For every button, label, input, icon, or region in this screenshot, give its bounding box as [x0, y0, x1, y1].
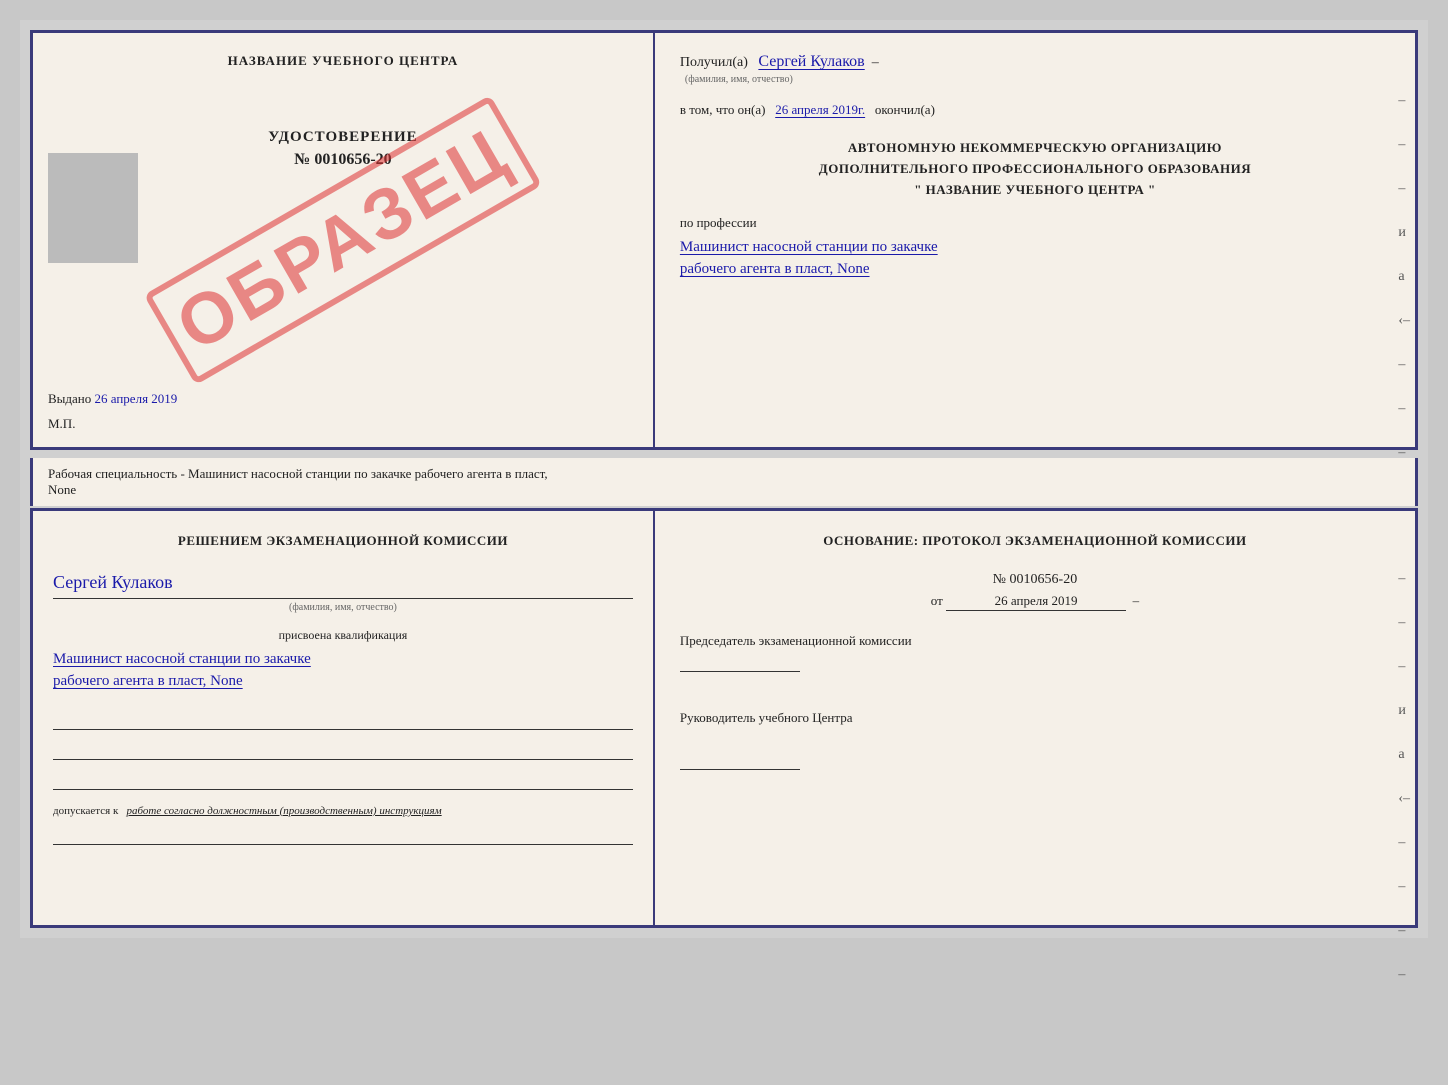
cert-bottom-right: – – – и а ‹– – – – – Основание: протокол… [655, 511, 1415, 925]
person-name: Сергей Кулаков [53, 572, 633, 593]
profession-label: по профессии [680, 215, 1390, 231]
dash3: – [1398, 181, 1410, 197]
bdash3: – [1398, 659, 1410, 675]
signature-lines [53, 710, 633, 790]
bdash1: – [1398, 571, 1410, 587]
bottom-certificate: Решением экзаменационной комиссии Сергей… [30, 508, 1418, 928]
bdash6: ‹– [1398, 791, 1410, 807]
separator-text: Рабочая специальность - Машинист насосно… [30, 458, 1418, 506]
dash4: и [1398, 225, 1410, 241]
top-certificate: НАЗВАНИЕ УЧЕБНОГО ЦЕНТРА УДОСТОВЕРЕНИЕ №… [30, 30, 1418, 450]
sep-text1: Рабочая специальность - Машинист насосно… [48, 466, 548, 481]
sig-line2 [53, 740, 633, 760]
rukov-sig-line [680, 750, 800, 770]
qual-line2: рабочего агента в пласт, None [53, 673, 633, 690]
dash7: – [1398, 357, 1410, 373]
protocol-date-label: от [931, 593, 943, 608]
photo-placeholder [48, 153, 138, 263]
date-end-label: окончил(а) [875, 102, 935, 117]
dash1: – [1398, 93, 1410, 109]
prof-line2: рабочего агента в пласт, None [680, 261, 1390, 278]
protocol-number-value: № 0010656-20 [993, 572, 1078, 587]
sig-line3 [53, 770, 633, 790]
qual-label: присвоена квалификация [53, 628, 633, 643]
issued-date: 26 апреля 2019 [95, 391, 178, 406]
bdash5: а [1398, 747, 1410, 763]
допускается-value: работе согласно должностным (производств… [127, 805, 442, 817]
right-dashes-bottom: – – – и а ‹– – – – – [1398, 571, 1410, 983]
protocol-number: № 0010656-20 [680, 572, 1390, 588]
bdash8: – [1398, 879, 1410, 895]
center-name-top: НАЗВАНИЕ УЧЕБНОГО ЦЕНТРА [48, 53, 638, 69]
qual-line1: Машинист насосной станции по закачке [53, 651, 633, 668]
dash5: а [1398, 269, 1410, 285]
допускается-label: допускается к [53, 805, 118, 817]
допускается-text: допускается к работе согласно должностны… [53, 805, 633, 817]
date-label: в том, что он(а) [680, 102, 766, 117]
bdash4: и [1398, 703, 1410, 719]
issued-line: Выдано 26 апреля 2019 [48, 391, 177, 407]
chairman-text: Председатель экзаменационной комиссии [680, 631, 1390, 679]
protocol-date: от 26 апреля 2019 – [680, 593, 1390, 611]
received-subtitle: (фамилия, имя, отчество) [685, 74, 793, 85]
received-label: Получил(а) [680, 55, 748, 70]
bdash7: – [1398, 835, 1410, 851]
chairman-sig-line [680, 652, 800, 672]
right-dashes: – – – и а ‹– – – – [1398, 93, 1410, 461]
sig-line1 [53, 710, 633, 730]
bdash2: – [1398, 615, 1410, 631]
chairman-title: Председатель экзаменационной комиссии [680, 633, 912, 648]
bdash9: – [1398, 923, 1410, 939]
cert-right-panel: – – – и а ‹– – – – Получил(а) Сергей Кул… [655, 33, 1415, 447]
dash9: – [1398, 445, 1410, 461]
page-container: НАЗВАНИЕ УЧЕБНОГО ЦЕНТРА УДОСТОВЕРЕНИЕ №… [20, 20, 1428, 938]
osnov-title: Основание: протокол экзаменационной коми… [680, 531, 1390, 552]
person-name-block: Сергей Кулаков [53, 572, 633, 599]
decision-text: Решением экзаменационной комиссии [53, 531, 633, 552]
issued-label: Выдано [48, 391, 91, 406]
cert-left-panel: НАЗВАНИЕ УЧЕБНОГО ЦЕНТРА УДОСТОВЕРЕНИЕ №… [33, 33, 655, 447]
protocol-date-value: 26 апреля 2019 [946, 593, 1126, 611]
date-line: в том, что он(а) 26 апреля 2019г. окончи… [680, 102, 1390, 118]
org-block: АВТОНОМНУЮ НЕКОММЕРЧЕСКУЮ ОРГАНИЗАЦИЮ ДО… [680, 138, 1390, 200]
sig-line-bottom [53, 825, 633, 845]
dash8: – [1398, 401, 1410, 417]
sep-text2: None [48, 482, 76, 497]
person-subtitle: (фамилия, имя, отчество) [53, 602, 633, 613]
prof-line1: Машинист насосной станции по закачке [680, 239, 1390, 256]
org-line1: АВТОНОМНУЮ НЕКОММЕРЧЕСКУЮ ОРГАНИЗАЦИЮ [680, 138, 1390, 159]
rukov-text: Руководитель учебного Центра [680, 708, 1390, 776]
date-value: 26 апреля 2019г. [775, 102, 865, 117]
received-name: Сергей Кулаков [758, 53, 864, 70]
bdash10: – [1398, 967, 1410, 983]
dash2: – [1398, 137, 1410, 153]
rukov-title: Руководитель учебного Центра [680, 710, 853, 725]
cert-bottom-left: Решением экзаменационной комиссии Сергей… [33, 511, 655, 925]
received-line: Получил(а) Сергей Кулаков – (фамилия, им… [680, 53, 1390, 87]
dash6: ‹– [1398, 313, 1410, 329]
org-line2: ДОПОЛНИТЕЛЬНОГО ПРОФЕССИОНАЛЬНОГО ОБРАЗО… [680, 159, 1390, 180]
org-line3: " НАЗВАНИЕ УЧЕБНОГО ЦЕНТРА " [680, 180, 1390, 201]
cert-title: УДОСТОВЕРЕНИЕ [48, 129, 638, 146]
mp-line: М.П. [48, 416, 75, 432]
